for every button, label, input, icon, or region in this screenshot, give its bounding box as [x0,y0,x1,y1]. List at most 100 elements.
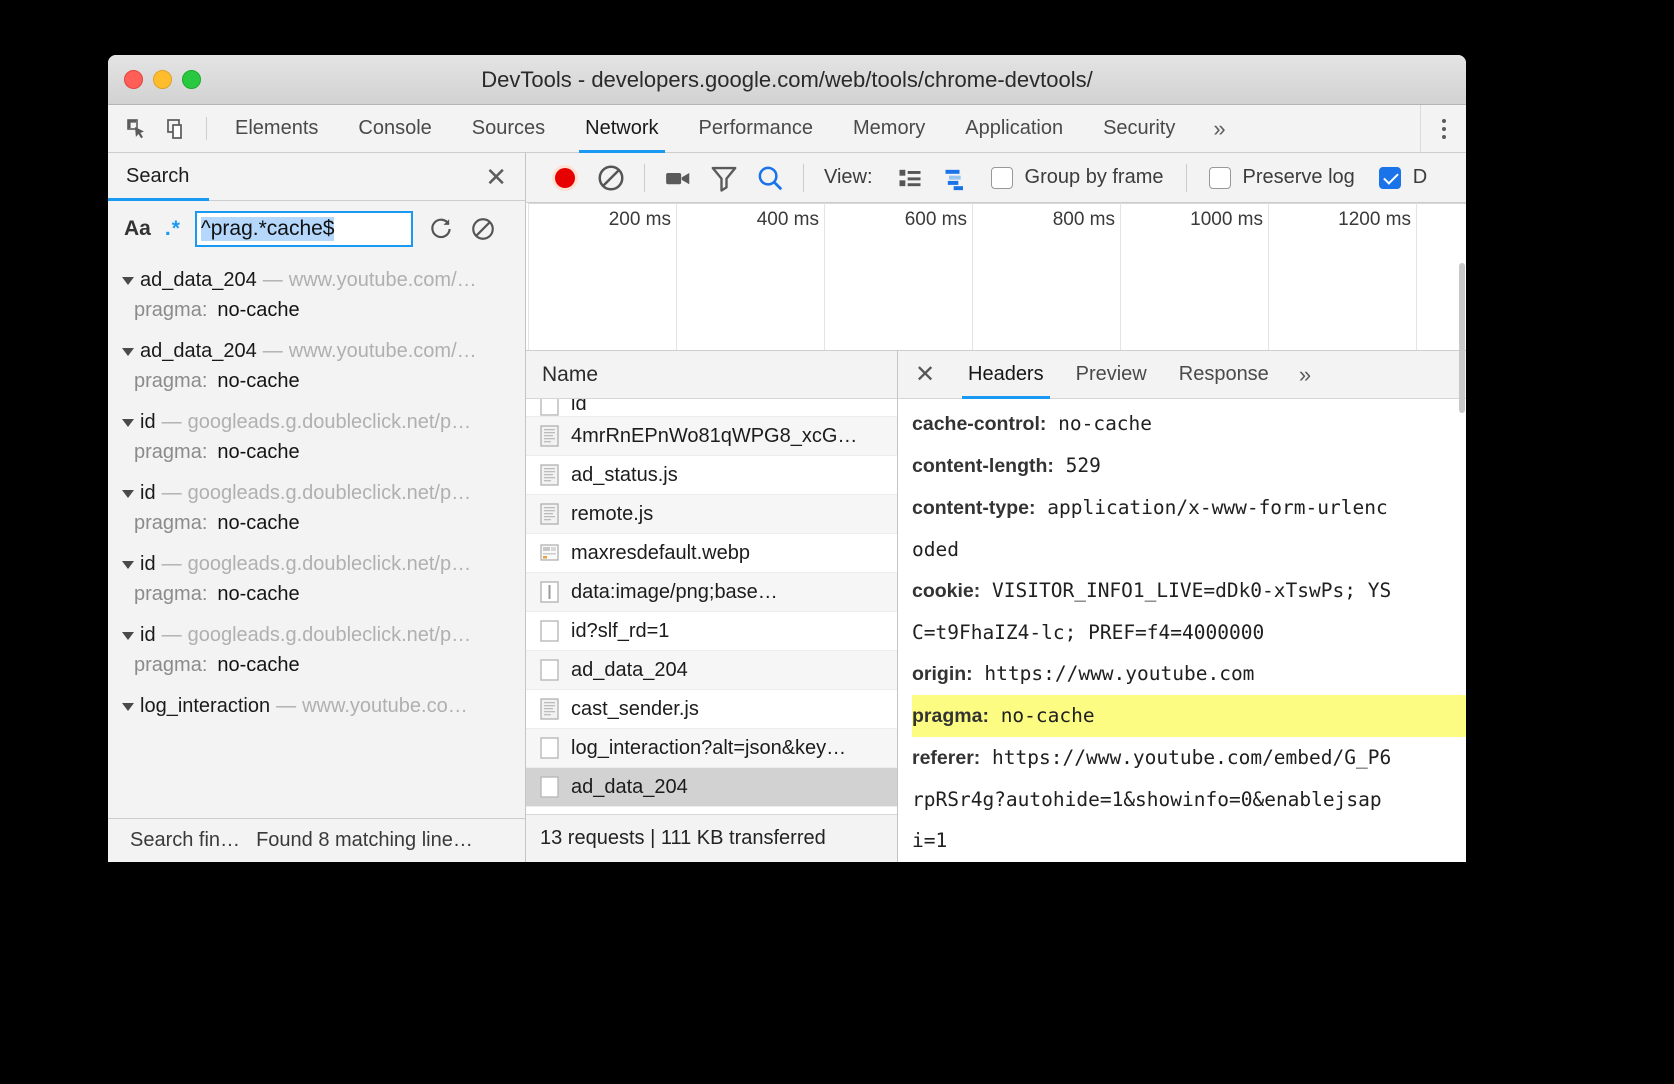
table-row[interactable]: data:image/png;base… [526,573,897,612]
list-view-icon[interactable] [887,160,933,196]
search-result-line[interactable]: pragma:no-cache [108,438,525,478]
tab-label: Preview [1076,363,1147,386]
table-row[interactable]: id [526,399,897,417]
search-result-file[interactable]: ad_data_204 — www.youtube.com/… [108,265,525,296]
search-result-line[interactable]: pragma:no-cache [108,509,525,549]
close-window-button[interactable] [124,70,143,89]
clear-icon[interactable] [588,160,634,196]
search-result-line[interactable]: pragma:no-cache [108,296,525,336]
close-icon[interactable]: ✕ [485,164,507,190]
devtools-menu-icon[interactable] [1420,105,1466,152]
chevron-down-icon[interactable] [122,419,134,427]
maximize-window-button[interactable] [182,70,201,89]
search-result-group[interactable]: id — googleads.g.doubleclick.net/p… prag… [108,549,525,620]
tab-label: Headers [968,363,1044,386]
headers-content[interactable]: cache-control: no-cache content-length: … [898,399,1466,862]
timeline-tick: 1000 ms [1268,203,1269,350]
group-by-frame-checkbox[interactable]: Group by frame [991,166,1164,189]
search-result-group[interactable]: id — googleads.g.doubleclick.net/p… prag… [108,407,525,478]
chevron-down-icon[interactable] [122,703,134,711]
request-details-pane: ✕ Headers Preview Response » cache-contr… [898,351,1466,862]
inspect-element-icon[interactable] [124,116,150,142]
search-result-file[interactable]: ad_data_204 — www.youtube.com/… [108,336,525,367]
checkbox-box[interactable] [991,167,1013,189]
search-result-file[interactable]: id — googleads.g.doubleclick.net/p… [108,549,525,580]
more-tabs-icon[interactable]: » [1195,105,1243,152]
search-result-group[interactable]: ad_data_204 — www.youtube.com/… pragma:n… [108,265,525,336]
timeline-tick: 600 ms [972,203,973,350]
overview-scrollbar[interactable] [1458,263,1466,453]
table-row[interactable]: ad_data_204 [526,651,897,690]
search-result-file[interactable]: id — googleads.g.doubleclick.net/p… [108,620,525,651]
table-row[interactable]: cast_sender.js [526,690,897,729]
search-result-group[interactable]: id — googleads.g.doubleclick.net/p… prag… [108,620,525,691]
search-icon[interactable] [747,160,793,196]
header-value: rpRSr4g?autohide=1&showinfo=0&enablejsap [912,788,1382,811]
timeline-tick [528,203,529,350]
requests-summary: 13 requests | 111 KB transferred [540,827,826,850]
minimize-window-button[interactable] [153,70,172,89]
requests-column-header[interactable]: Name [526,351,897,399]
tab-preview[interactable]: Preview [1060,351,1163,398]
tab-network[interactable]: Network [565,105,678,152]
tab-security[interactable]: Security [1083,105,1195,152]
chevron-down-icon[interactable] [122,561,134,569]
search-status-left: Search fin… [130,829,240,852]
filter-icon[interactable] [701,160,747,196]
network-panel: View: [526,153,1466,862]
search-results-list[interactable]: ad_data_204 — www.youtube.com/… pragma:n… [108,257,525,818]
chevron-down-icon[interactable] [122,490,134,498]
close-icon[interactable]: ✕ [898,351,952,398]
search-result-group[interactable]: id — googleads.g.doubleclick.net/p… prag… [108,478,525,549]
refresh-icon[interactable] [427,215,455,243]
tab-headers[interactable]: Headers [952,351,1060,398]
result-dash: — [276,695,296,718]
tab-search[interactable]: Search [108,153,189,200]
search-result-file[interactable]: log_interaction — www.youtube.co… [108,691,525,722]
checkbox-box[interactable] [1209,167,1231,189]
tab-memory[interactable]: Memory [833,105,945,152]
tab-application[interactable]: Application [945,105,1083,152]
table-row[interactable]: remote.js [526,495,897,534]
search-result-line[interactable]: pragma:no-cache [108,367,525,407]
device-toolbar-icon[interactable] [164,116,190,142]
table-row[interactable]: 4mrRnEPnWo81qWPG8_xcG… [526,417,897,456]
search-result-line[interactable]: pragma:no-cache [108,580,525,620]
tab-label: Memory [853,117,925,140]
table-row[interactable]: ad_data_204 [526,768,897,807]
disable-cache-checkbox[interactable]: D [1379,166,1427,189]
clear-icon[interactable] [469,215,497,243]
tab-response[interactable]: Response [1163,351,1285,398]
search-result-line[interactable]: pragma:no-cache [108,651,525,691]
tab-elements[interactable]: Elements [215,105,338,152]
waterfall-view-icon[interactable] [933,160,979,196]
record-icon[interactable] [542,160,588,196]
requests-list[interactable]: id 4mrRnEPnWo81qWPG8_xcG… [526,399,897,814]
search-result-file[interactable]: id — googleads.g.doubleclick.net/p… [108,478,525,509]
match-case-toggle[interactable]: Aa [124,217,151,241]
chevron-down-icon[interactable] [122,632,134,640]
tab-performance[interactable]: Performance [679,105,834,152]
search-result-file[interactable]: id — googleads.g.doubleclick.net/p… [108,407,525,438]
blank-doc-icon [540,658,559,682]
network-timeline-overview[interactable]: 200 ms 400 ms 600 ms 800 ms 1000 ms 1200… [526,203,1466,351]
search-result-group[interactable]: ad_data_204 — www.youtube.com/… pragma:n… [108,336,525,407]
search-input[interactable]: ^prag.*cache$ [195,211,413,247]
checkbox-box[interactable] [1379,167,1401,189]
devtools-tab-strip: Elements Console Sources Network Perform… [108,105,1466,153]
preserve-log-checkbox[interactable]: Preserve log [1209,166,1355,189]
camera-icon[interactable] [655,160,701,196]
chevron-down-icon[interactable] [122,277,134,285]
tab-console[interactable]: Console [338,105,451,152]
regex-toggle[interactable]: .* [165,217,181,241]
chevron-down-icon[interactable] [122,348,134,356]
search-status-right: Found 8 matching line… [256,829,473,852]
result-file-name: ad_data_204 [140,340,257,363]
table-row[interactable]: id?slf_rd=1 [526,612,897,651]
more-tabs-icon[interactable]: » [1285,351,1325,398]
details-tabbar: ✕ Headers Preview Response » [898,351,1466,399]
table-row[interactable]: ad_status.js [526,456,897,495]
table-row[interactable]: log_interaction?alt=json&key… [526,729,897,768]
tab-sources[interactable]: Sources [452,105,565,152]
table-row[interactable]: maxresdefault.webp [526,534,897,573]
